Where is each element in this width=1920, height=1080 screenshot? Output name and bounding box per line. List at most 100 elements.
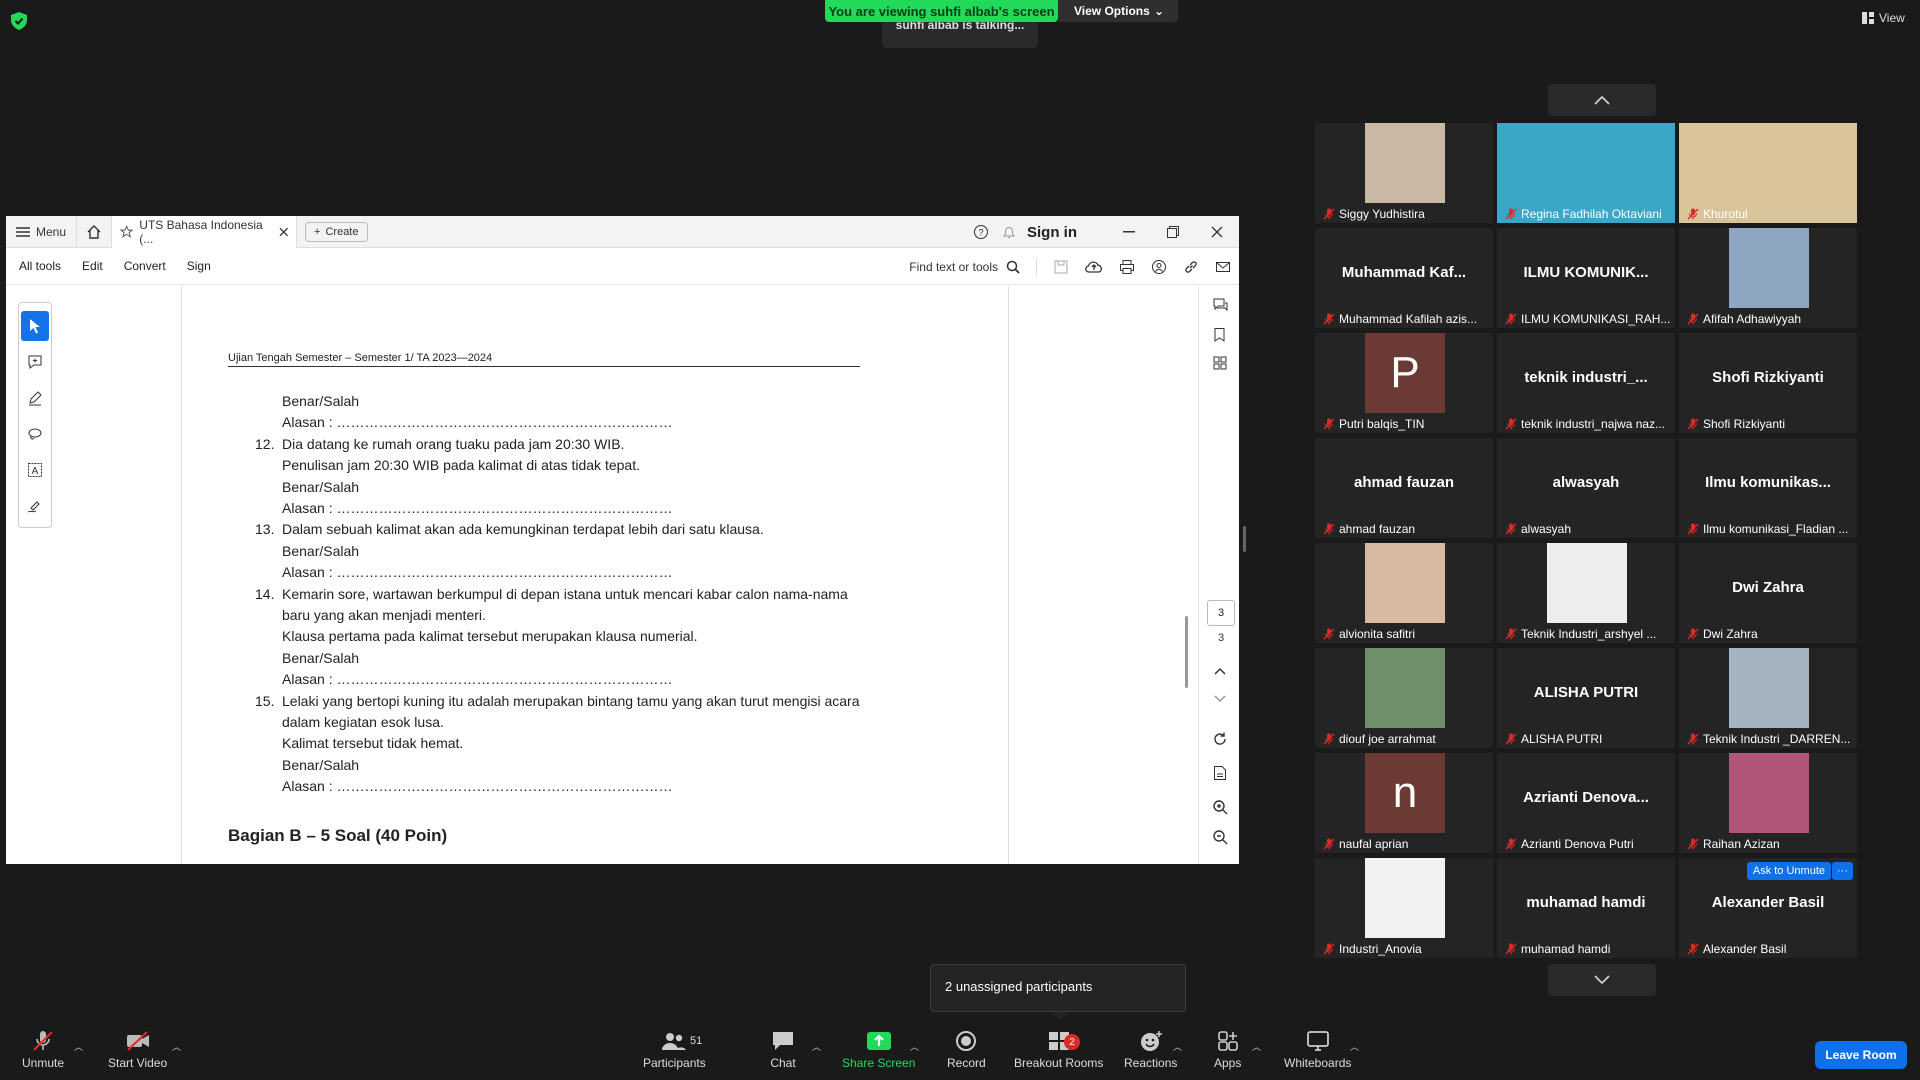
apps-button[interactable]: Apps (1214, 1030, 1241, 1070)
next-page-button[interactable] (1209, 688, 1231, 710)
participant-tile[interactable]: Regina Fadhilah Oktaviani (1497, 123, 1675, 223)
participant-tile[interactable]: diouf joe arrahmat (1315, 648, 1493, 748)
participant-tile[interactable]: Teknik Industri_arshyel ... (1497, 543, 1675, 643)
bell-icon[interactable] (1001, 224, 1017, 240)
apps-caret-icon[interactable]: ︿ (1252, 1040, 1261, 1053)
menu-edit[interactable]: Edit (82, 259, 103, 273)
participant-tile[interactable]: Khurotul (1679, 123, 1857, 223)
pdf-page[interactable]: Ujian Tengah Semester – Semester 1/ TA 2… (183, 286, 1008, 864)
chat-options-caret-icon[interactable]: ︿ (812, 1040, 821, 1053)
zoom-in-button[interactable] (1209, 796, 1231, 818)
minimize-button[interactable] (1107, 216, 1151, 248)
select-tool[interactable] (21, 311, 49, 341)
gallery-prev-button[interactable] (1548, 84, 1656, 116)
more-options-button[interactable]: ··· (1832, 862, 1853, 880)
record-button[interactable]: Record (947, 1030, 986, 1070)
home-button[interactable] (77, 216, 113, 248)
participant-name: Muhammad Kafilah azis... (1339, 312, 1478, 326)
participant-tile[interactable]: Dwi Zahra Dwi Zahra (1679, 543, 1857, 643)
help-icon[interactable]: ? (973, 224, 989, 240)
upload-cloud-icon[interactable] (1085, 259, 1103, 275)
add-comment-tool[interactable] (21, 347, 49, 377)
chat-button[interactable]: Chat (770, 1030, 796, 1070)
start-video-button[interactable]: Start Video (108, 1030, 167, 1070)
restore-button[interactable] (1151, 216, 1195, 248)
menu-sign[interactable]: Sign (187, 259, 211, 273)
sign-tool[interactable] (21, 491, 49, 521)
participant-name: ALISHA PUTRI (1521, 732, 1603, 746)
create-button[interactable]: + Create (305, 221, 368, 242)
ask-to-unmute-button[interactable]: Ask to Unmute (1746, 862, 1831, 880)
share-user-icon[interactable] (1151, 259, 1167, 275)
reactions-button[interactable]: Reactions (1124, 1030, 1177, 1070)
page-fit-button[interactable] (1209, 762, 1231, 784)
menu-button[interactable]: Menu (6, 216, 78, 248)
participant-tile[interactable]: Industri_Anovia (1315, 858, 1493, 958)
participant-name: Ilmu komunikasi_Fladian ... (1703, 522, 1849, 536)
breakout-rooms-button[interactable]: Breakout Rooms (1014, 1030, 1103, 1070)
microphone-muted-icon (1505, 838, 1517, 850)
save-icon[interactable] (1053, 259, 1069, 275)
shared-screen-acrobat-window[interactable]: Menu UTS Bahasa Indonesia (... + Create … (6, 216, 1239, 864)
microphone-muted-icon (1323, 313, 1335, 325)
menu-convert[interactable]: Convert (124, 259, 166, 273)
microphone-muted-icon (1505, 628, 1517, 640)
audio-options-caret-icon[interactable]: ︿ (74, 1040, 83, 1053)
participant-tile[interactable]: muhamad hamdi muhamad hamdi (1497, 858, 1675, 958)
participant-tile[interactable]: P Putri balqis_TIN (1315, 333, 1493, 433)
page-number-input[interactable]: 3 (1207, 600, 1235, 626)
participant-tile[interactable]: ILMU KOMUNIK... ILMU KOMUNIKASI_RAH... (1497, 228, 1675, 328)
participant-tile[interactable]: Alexander Basil Alexander Basil Ask to Unm… (1679, 858, 1857, 958)
highlight-tool[interactable] (21, 383, 49, 413)
text-box-tool[interactable]: A (21, 455, 49, 485)
scrollbar-thumb[interactable] (1185, 616, 1188, 688)
participant-tile[interactable]: ahmad fauzan ahmad fauzan (1315, 438, 1493, 538)
participant-tile[interactable]: teknik industri_... teknik industri_najwa… (1497, 333, 1675, 433)
draw-tool[interactable] (21, 419, 49, 449)
participant-tile[interactable]: Afifah Adhawiyyah (1679, 228, 1857, 328)
rotate-button[interactable] (1209, 728, 1231, 750)
link-icon[interactable] (1183, 259, 1199, 275)
participant-tile[interactable]: ALISHA PUTRI ALISHA PUTRI (1497, 648, 1675, 748)
resize-handle[interactable] (1243, 526, 1246, 552)
share-options-caret-icon[interactable]: ︿ (910, 1040, 919, 1053)
share-screen-button[interactable]: Share Screen (842, 1030, 915, 1070)
previous-page-button[interactable] (1209, 660, 1231, 682)
svg-text:?: ? (978, 228, 983, 238)
close-icon[interactable] (279, 227, 288, 237)
email-icon[interactable] (1215, 259, 1231, 275)
view-options-button[interactable]: View Options ⌄ (1058, 0, 1178, 22)
whiteboards-button[interactable]: Whiteboards (1284, 1030, 1351, 1070)
participant-tile[interactable]: Muhammad Kaf... Muhammad Kafilah azis... (1315, 228, 1493, 328)
participant-tile[interactable]: alvionita safitri (1315, 543, 1493, 643)
comments-panel-button[interactable] (1209, 294, 1231, 316)
participant-tile[interactable]: n naufal aprian (1315, 753, 1493, 853)
unmute-button[interactable]: Unmute (22, 1030, 64, 1070)
close-window-button[interactable] (1195, 216, 1239, 248)
reactions-caret-icon[interactable]: ︿ (1173, 1040, 1182, 1053)
leave-room-button[interactable]: Leave Room (1815, 1041, 1907, 1069)
whiteboards-caret-icon[interactable]: ︿ (1350, 1040, 1359, 1053)
document-tab[interactable]: UTS Bahasa Indonesia (... (112, 216, 298, 248)
participant-tile[interactable]: Shofi Rizkiyanti Shofi Rizkiyanti (1679, 333, 1857, 433)
participants-count: 51 (690, 1035, 703, 1047)
sign-in-button[interactable]: Sign in (1027, 224, 1077, 241)
menu-all-tools[interactable]: All tools (19, 259, 61, 273)
participant-tile[interactable]: Raihan Azizan (1679, 753, 1857, 853)
thumbnails-panel-button[interactable] (1209, 352, 1231, 374)
gallery-next-button[interactable] (1548, 964, 1656, 996)
security-shield-icon[interactable] (11, 12, 27, 30)
unassigned-participants-toast[interactable]: 2 unassigned participants (930, 964, 1186, 1012)
participant-tile[interactable]: alwasyah alwasyah (1497, 438, 1675, 538)
zoom-out-button[interactable] (1209, 826, 1231, 848)
video-options-caret-icon[interactable]: ︿ (172, 1040, 181, 1053)
view-button[interactable]: View (1862, 11, 1905, 25)
participant-tile[interactable]: Teknik Industri _DARREN... (1679, 648, 1857, 748)
participant-tile[interactable]: Azrianti Denova... Azrianti Denova Putri (1497, 753, 1675, 853)
find-text-button[interactable]: Find text or tools (909, 260, 1020, 274)
toolbar-divider (1036, 257, 1037, 276)
participant-tile[interactable]: Ilmu komunikas... Ilmu komunikasi_Fladian… (1679, 438, 1857, 538)
bookmarks-panel-button[interactable] (1209, 324, 1231, 346)
participant-tile[interactable]: Siggy Yudhistira (1315, 123, 1493, 223)
print-icon[interactable] (1119, 259, 1135, 275)
